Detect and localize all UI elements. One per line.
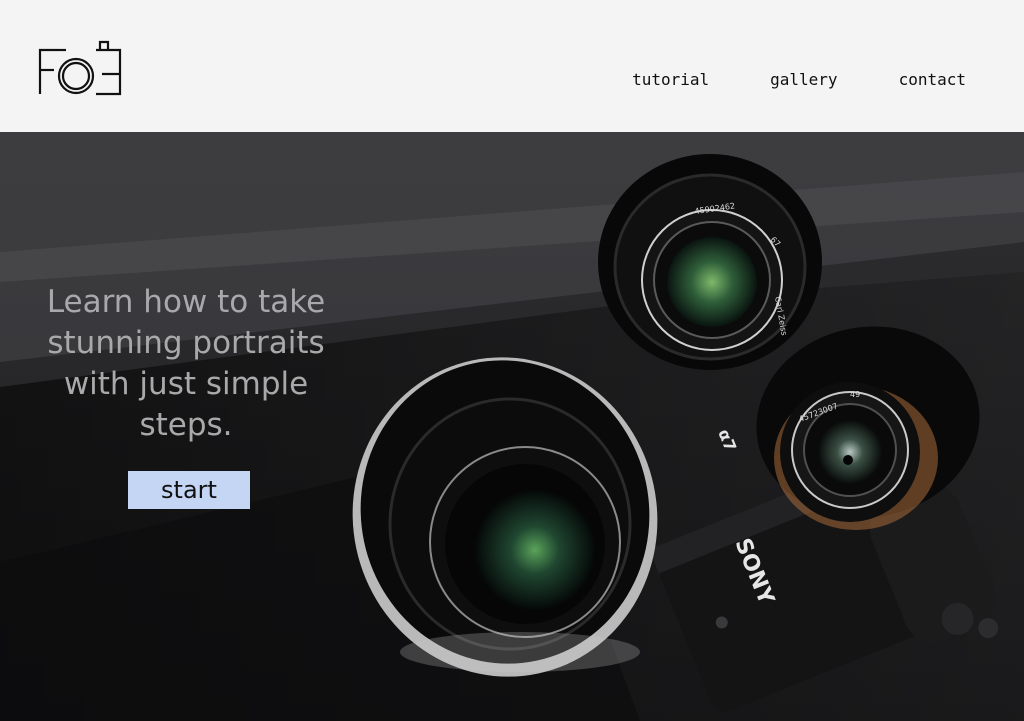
start-button[interactable]: start — [128, 471, 250, 509]
lens-top: 45902462 67 Carl Zeiss — [598, 154, 822, 370]
nav-contact[interactable]: contact — [899, 70, 966, 89]
hero-section: SONY α7 45902462 67 Carl Zeiss 45723007 … — [0, 132, 1024, 721]
nav-tutorial[interactable]: tutorial — [632, 70, 709, 89]
hero-headline: Learn how to take stunning portraits wit… — [46, 284, 326, 443]
lens-filter-2: 49 — [850, 390, 860, 399]
main-nav: tutorial gallery contact — [632, 70, 966, 89]
site-header: tutorial gallery contact — [0, 0, 1024, 132]
nav-gallery[interactable]: gallery — [770, 70, 837, 89]
camera-logo-icon[interactable] — [36, 36, 122, 98]
